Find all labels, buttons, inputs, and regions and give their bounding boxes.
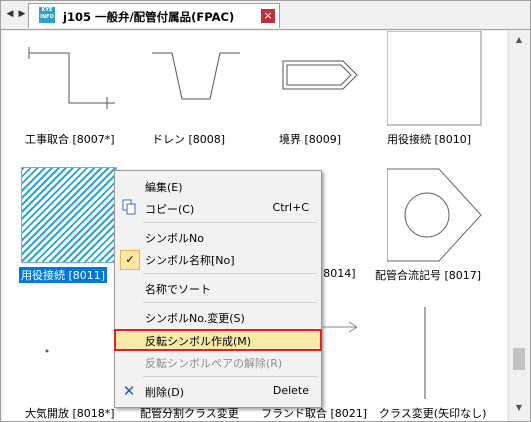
menu-item-symbol-name[interactable]: ✓ シンボル名称[No] bbox=[115, 248, 321, 270]
symbol-thumbnail bbox=[386, 167, 483, 263]
tab-scroll-left-icon[interactable]: ◀ bbox=[4, 7, 16, 21]
symbol-item[interactable]: クラス変更(矢印なし) bbox=[379, 305, 499, 421]
symbol-library-window: ◀ ▶ KYE INFO j105 一般弁/配管付属品(FPAC) × 工事取合 … bbox=[0, 0, 531, 422]
symbol-item[interactable]: 工事取合 [8007*] bbox=[25, 31, 145, 151]
menu-item-label: 反転シンボルペアの解除(R) bbox=[145, 357, 283, 370]
menu-separator bbox=[143, 302, 317, 303]
symbol-thumbnail bbox=[279, 31, 375, 127]
menu-item-change-symbol-no[interactable]: シンボルNo.変更(S) bbox=[115, 306, 321, 328]
symbol-item[interactable]: 境界 [8009] bbox=[279, 31, 399, 151]
menu-item-label: 反転シンボル作成(M) bbox=[145, 335, 252, 348]
context-menu: 編集(E) コピー(C) Ctrl+C シンボルNo ✓ シンボル名称[No] … bbox=[114, 170, 322, 408]
vertical-scrollbar[interactable]: ▲ ▼ bbox=[508, 31, 529, 419]
menu-item-create-reverse-symbol[interactable]: 反転シンボル作成(M) bbox=[114, 329, 322, 351]
symbol-label: 大気開放 [8018*] bbox=[25, 407, 115, 420]
library-icon: KYE INFO bbox=[39, 7, 55, 23]
symbol-label: ドレン [8008] bbox=[152, 133, 226, 146]
symbol-thumbnail bbox=[386, 31, 483, 127]
tab-scroll-right-icon[interactable]: ▶ bbox=[16, 7, 28, 21]
menu-item-label: コピー(C) bbox=[145, 203, 195, 216]
scroll-thumb[interactable] bbox=[513, 348, 525, 370]
menu-item-symbol-no[interactable]: シンボルNo bbox=[115, 226, 321, 248]
menu-separator bbox=[143, 273, 317, 274]
symbol-thumbnail bbox=[25, 305, 121, 401]
symbol-label: クラス変更(矢印なし) bbox=[379, 407, 487, 420]
tab-bar: ◀ ▶ KYE INFO j105 一般弁/配管付属品(FPAC) × bbox=[1, 1, 530, 30]
close-tab-icon[interactable]: × bbox=[261, 9, 275, 23]
scroll-up-icon[interactable]: ▲ bbox=[513, 33, 525, 47]
menu-separator bbox=[143, 376, 317, 377]
tab-fpac[interactable]: KYE INFO j105 一般弁/配管付属品(FPAC) × bbox=[28, 3, 280, 28]
symbol-item[interactable]: 配管合流記号 [8017] bbox=[375, 167, 507, 287]
symbol-label: 用役接続 [8010] bbox=[387, 133, 472, 146]
menu-item-label: 編集(E) bbox=[145, 181, 183, 194]
menu-item-label: シンボル名称[No] bbox=[145, 254, 235, 267]
copy-icon bbox=[120, 199, 138, 217]
menu-item-shortcut: Ctrl+C bbox=[272, 201, 309, 214]
check-icon: ✓ bbox=[120, 250, 140, 270]
scroll-down-icon[interactable]: ▼ bbox=[513, 401, 525, 415]
symbol-label: 工事取合 [8007*] bbox=[25, 133, 115, 146]
delete-icon: ✕ bbox=[122, 382, 136, 400]
symbol-label: 配管合流記号 [8017] bbox=[375, 269, 482, 282]
menu-item-delete[interactable]: ✕ 削除(D) Delete bbox=[115, 380, 321, 402]
menu-item-label: シンボルNo bbox=[145, 232, 204, 245]
menu-separator bbox=[143, 222, 317, 223]
symbol-thumbnail bbox=[21, 167, 117, 263]
menu-item-edit[interactable]: 編集(E) bbox=[115, 175, 321, 197]
menu-item-sort-by-name[interactable]: 名称でソート bbox=[115, 277, 321, 299]
symbol-thumbnail bbox=[379, 305, 475, 401]
symbol-item[interactable]: ドレン [8008] bbox=[152, 31, 272, 151]
symbol-label: 用役接続 [8011] bbox=[19, 267, 108, 283]
symbol-thumbnail bbox=[25, 31, 121, 127]
menu-item-release-reverse-pair: 反転シンボルペアの解除(R) bbox=[115, 351, 321, 373]
symbol-label: [8014] bbox=[319, 267, 356, 280]
menu-item-label: 名称でソート bbox=[145, 283, 211, 296]
tab-title: j105 一般弁/配管付属品(FPAC) bbox=[63, 10, 235, 24]
menu-item-label: 削除(D) bbox=[145, 386, 185, 399]
symbol-thumbnail bbox=[152, 31, 248, 127]
menu-item-label: シンボルNo.変更(S) bbox=[145, 312, 245, 325]
symbol-item[interactable]: 用役接続 [8010] bbox=[386, 31, 507, 151]
menu-item-shortcut: Delete bbox=[272, 384, 309, 397]
menu-item-copy[interactable]: コピー(C) Ctrl+C bbox=[115, 197, 321, 219]
symbol-label: 境界 [8009] bbox=[279, 133, 342, 146]
